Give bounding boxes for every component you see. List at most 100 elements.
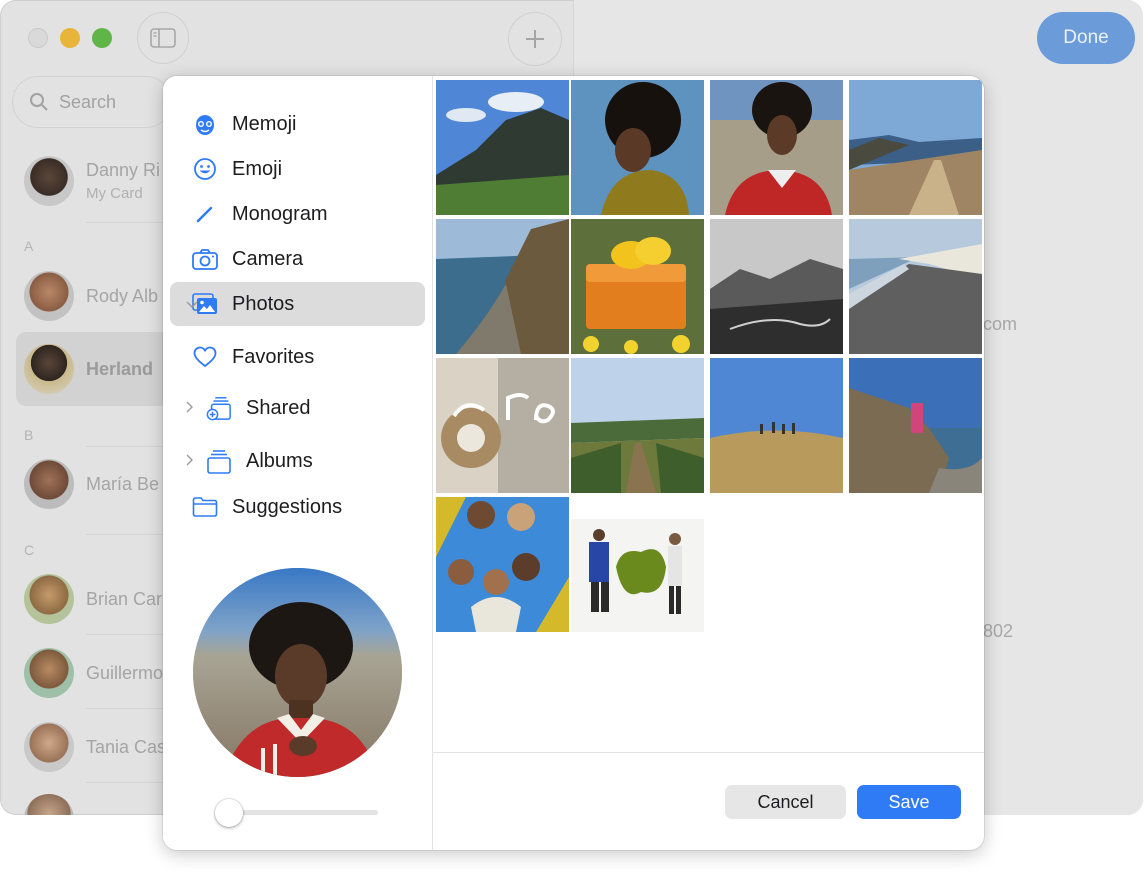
era-book-cover-image (436, 358, 569, 493)
shared-album-icon (206, 395, 232, 421)
menu-item-camera[interactable]: Camera (170, 237, 425, 281)
sidebar-toggle-button[interactable] (137, 12, 189, 64)
photo-thumbnail[interactable] (710, 80, 843, 215)
photo-thumbnail[interactable] (436, 497, 569, 632)
memoji-icon (192, 111, 218, 137)
footer-divider (433, 752, 984, 753)
contact-name: Rody Alb (86, 285, 159, 306)
pencil-icon (192, 201, 218, 227)
portrait-yellow-sweater-image (571, 80, 704, 215)
contact-row[interactable]: Tania Cas (0, 710, 170, 784)
heart-icon (192, 344, 218, 370)
contact-row[interactable]: María Be (0, 447, 170, 521)
photo-thumbnail[interactable] (710, 358, 843, 493)
menu-label: Monogram (232, 202, 328, 225)
lemons-on-orange-box-image (571, 219, 704, 354)
plus-icon (526, 30, 544, 48)
menu-item-shared[interactable]: Shared (170, 386, 425, 430)
misty-valley-image (710, 219, 843, 354)
photo-thumbnail[interactable] (849, 358, 982, 493)
chevron-right-icon[interactable] (186, 400, 194, 416)
vineyard-path-image (571, 358, 704, 493)
photo-thumbnail[interactable] (571, 497, 704, 632)
woman-on-rocks-image (849, 358, 982, 493)
menu-label: Camera (232, 247, 304, 270)
menu-item-monogram[interactable]: Monogram (170, 192, 425, 236)
menu-item-photos[interactable]: Photos (170, 282, 425, 326)
chevron-down-icon[interactable] (186, 296, 198, 312)
contact-row[interactable]: Guillermo (0, 636, 170, 710)
folder-icon (192, 494, 218, 520)
contact-name: Brian Car (86, 588, 163, 609)
menu-item-suggestions[interactable]: Suggestions (170, 485, 425, 529)
albums-icon (206, 448, 232, 474)
avatar (24, 271, 74, 321)
menu-label: Albums (246, 449, 313, 472)
photo-thumbnail[interactable] (710, 219, 843, 354)
menu-label: Suggestions (232, 495, 343, 518)
save-button[interactable]: Save (857, 785, 961, 819)
photo-thumbnail[interactable] (849, 80, 982, 215)
avatar (24, 574, 74, 624)
contact-name: Guillermo (86, 662, 164, 683)
menu-label: Shared (246, 396, 311, 419)
contact-row-selected[interactable]: Herland (16, 332, 176, 406)
photo-thumbnail[interactable] (571, 80, 704, 215)
contact-subtitle: My Card (86, 185, 143, 202)
detail-text-fragment: com (983, 314, 1018, 334)
zoom-slider-knob[interactable] (215, 799, 243, 827)
contact-row[interactable]: Rody Alb (0, 259, 170, 333)
cancel-button[interactable]: Cancel (725, 785, 846, 819)
smiley-icon (192, 156, 218, 182)
contact-name: María Be (86, 473, 160, 494)
mountain-landscape-image (436, 80, 569, 215)
photo-thumbnail[interactable] (436, 80, 569, 215)
chevron-right-icon[interactable] (186, 453, 194, 469)
coastal-trail-image (849, 80, 982, 215)
done-button[interactable]: Done (1037, 12, 1135, 64)
menu-item-albums[interactable]: Albums (170, 439, 425, 483)
sculpture-couple-image (571, 497, 704, 632)
photo-thumbnail[interactable] (849, 219, 982, 354)
menu-label: Photos (232, 292, 295, 315)
group-looking-down-image (436, 497, 569, 632)
photo-thumbnail[interactable] (571, 219, 704, 354)
search-field[interactable]: Search (12, 76, 172, 128)
avatar (24, 459, 74, 509)
sidebar-icon (150, 28, 176, 48)
contact-row[interactable]: Brian Car (0, 562, 170, 636)
menu-label: Emoji (232, 157, 283, 180)
menu-item-favorites[interactable]: Favorites (170, 335, 425, 379)
pebble-beach-cliffs-image (849, 219, 982, 354)
section-header-c: C (24, 542, 35, 558)
photo-thumbnail[interactable] (571, 358, 704, 493)
avatar (24, 156, 74, 206)
contact-name: Danny Ri (86, 160, 161, 180)
section-header-b: B (24, 427, 34, 443)
photo-crop-preview[interactable] (193, 568, 402, 777)
source-sidebar: Memoji Emoji Monogram Camera Photos Favo… (163, 76, 433, 850)
photo-thumbnail[interactable] (436, 219, 569, 354)
contact-name: Tania Cas (86, 736, 167, 757)
my-card-row[interactable]: Danny Ri My Card (0, 144, 170, 218)
photo-thumbnail[interactable] (436, 358, 569, 493)
contact-photo-picker: Memoji Emoji Monogram Camera Photos Favo… (163, 76, 984, 850)
menu-label: Favorites (232, 345, 315, 368)
zoom-window-button[interactable] (92, 28, 112, 48)
menu-item-memoji[interactable]: Memoji (170, 102, 425, 146)
avatar (24, 648, 74, 698)
sea-cliffs-image (436, 219, 569, 354)
avatar (24, 794, 74, 815)
avatar (24, 722, 74, 772)
detail-text-fragment: 802 (983, 621, 1014, 641)
portrait-preview-image (193, 568, 402, 777)
add-contact-button[interactable] (508, 12, 562, 66)
section-header-a: A (24, 238, 34, 254)
avatar (24, 344, 74, 394)
close-window-button[interactable] (28, 28, 48, 48)
camera-icon (192, 246, 218, 272)
people-on-hill-image (710, 358, 843, 493)
contact-name: Herland (86, 358, 154, 379)
menu-item-emoji[interactable]: Emoji (170, 147, 425, 191)
minimize-window-button[interactable] (60, 28, 80, 48)
